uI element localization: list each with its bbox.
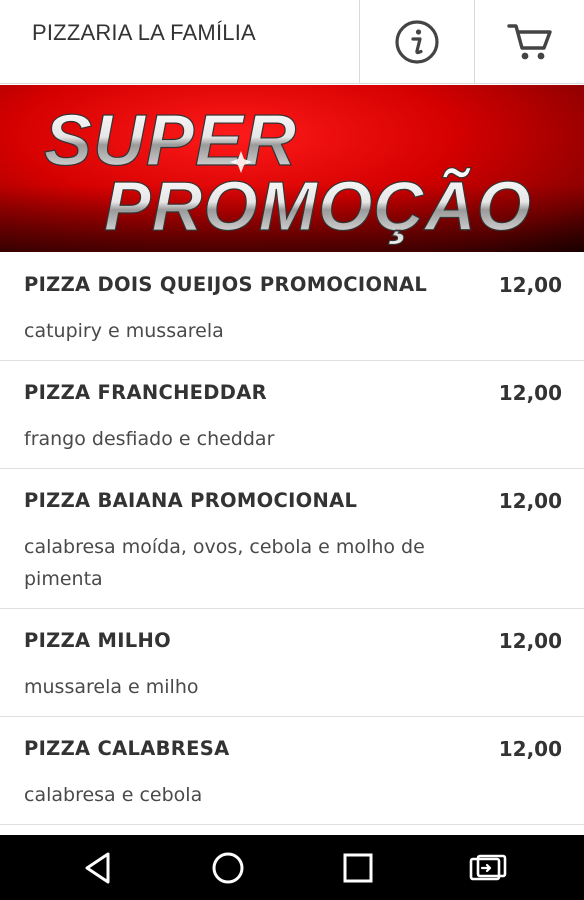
app-title: PIZZARIA LA FAMÍLIA xyxy=(32,20,256,45)
system-navigation-bar xyxy=(0,835,584,900)
back-button[interactable] xyxy=(58,835,138,900)
recents-button[interactable] xyxy=(318,835,398,900)
item-name: PIZZA DOIS QUEIJOS PROMOCIONAL xyxy=(24,273,428,296)
item-description: calabresa moída, ovos, cebola e molho de… xyxy=(24,536,425,590)
item-price: 12,00 xyxy=(498,737,562,761)
item-name: PIZZA CALABRESA xyxy=(24,737,230,760)
menu-item[interactable]: PIZZA CALABRESA 12,00 calabresa e cebola xyxy=(0,717,584,825)
info-button[interactable] xyxy=(359,0,474,84)
item-description: mussarela e milho xyxy=(24,676,199,698)
back-triangle-icon xyxy=(85,852,110,883)
item-name: PIZZA FRANCHEDDAR xyxy=(24,381,267,404)
item-price: 12,00 xyxy=(498,629,562,653)
menu-item[interactable]: PIZZA DOIS QUEIJOS PROMOCIONAL 12,00 cat… xyxy=(0,253,584,361)
menu-item[interactable]: PIZZA MILHO 12,00 mussarela e milho xyxy=(0,609,584,717)
home-button[interactable] xyxy=(188,835,268,900)
promo-banner[interactable]: SUPER PROMOÇÃO xyxy=(0,85,584,252)
item-price: 12,00 xyxy=(498,381,562,405)
menu-item[interactable]: PIZZA FRANCHEDDAR 12,00 frango desfiado … xyxy=(0,361,584,469)
item-name: PIZZA MILHO xyxy=(24,629,171,652)
rotate-button[interactable] xyxy=(448,835,528,900)
app-header: PIZZARIA LA FAMÍLIA xyxy=(0,0,584,84)
menu-item[interactable]: PIZZA BAIANA PROMOCIONAL 12,00 calabresa… xyxy=(0,469,584,609)
menu-list: PIZZA DOIS QUEIJOS PROMOCIONAL 12,00 cat… xyxy=(0,253,584,825)
screen-rotate-icon xyxy=(469,854,507,880)
cart-button[interactable] xyxy=(474,0,584,84)
recents-square-icon xyxy=(343,853,373,882)
item-description: calabresa e cebola xyxy=(24,784,203,806)
home-circle-icon xyxy=(212,852,244,883)
item-name: PIZZA BAIANA PROMOCIONAL xyxy=(24,489,358,512)
item-description: catupiry e mussarela xyxy=(24,320,224,342)
item-price: 12,00 xyxy=(498,273,562,297)
banner-line-2: PROMOÇÃO xyxy=(104,167,532,245)
item-price: 12,00 xyxy=(498,489,562,513)
shopping-cart-icon xyxy=(506,24,552,60)
item-description: frango desfiado e cheddar xyxy=(24,428,275,450)
info-circle-icon xyxy=(395,20,439,64)
